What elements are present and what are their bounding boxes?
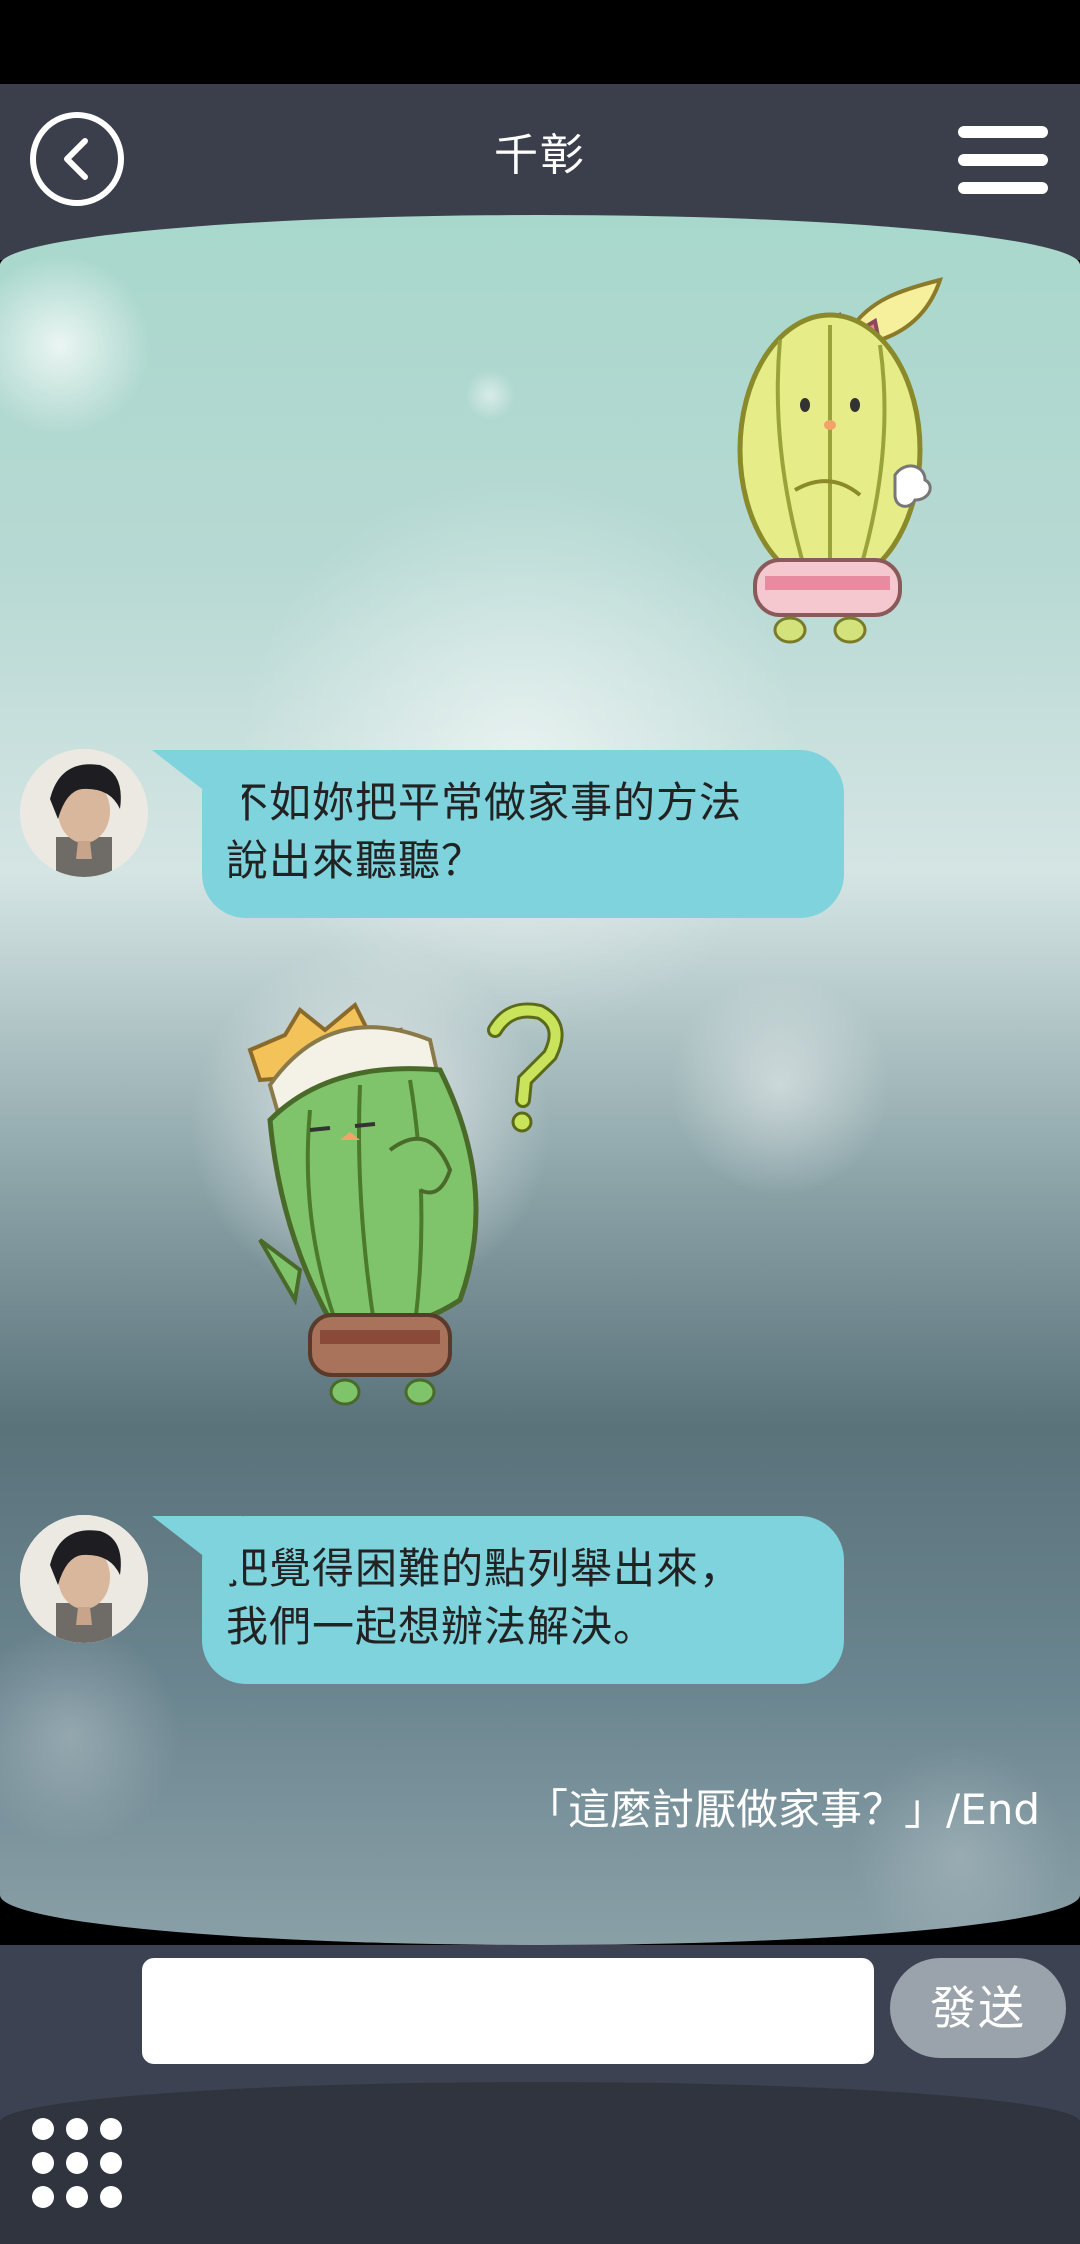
hamburger-menu-icon [958,126,1048,138]
person-avatar-icon [20,749,148,877]
message-input[interactable] [142,1958,874,2064]
avatar[interactable] [20,1515,148,1643]
message-line: 我們一起想辦法解決。 [226,1602,657,1651]
end-text: 「這麼討厭做家事？」/End [526,1785,1040,1834]
person-avatar-icon [20,1515,148,1643]
bottom-panel [0,2082,1080,2244]
green-cactus-question-sticker [247,1001,564,1406]
status-bar [0,0,1080,84]
message-line: 不如妳把平常做家事的方法 [226,778,743,827]
message-bubble: 不如妳把平常做家事的方法 說出來聽聽？ [152,750,844,918]
message-bubble: 把覺得困難的點列舉出來， 我們一起想辦法解決。 [152,1516,844,1684]
grid-dots-icon[interactable] [32,2118,122,2208]
message-line: 把覺得困難的點列舉出來， [226,1544,743,1593]
message-line: 說出來聽聽？ [226,836,485,885]
avatar[interactable] [20,749,148,877]
chat-area[interactable]: 不如妳把平常做家事的方法 說出來聽聽？ 把覺得困難的點列舉出來， 我們一起想辦法… [0,215,1080,1945]
menu-button[interactable] [958,120,1048,200]
send-button[interactable]: 發送 [890,1958,1066,2058]
page-title: 千彰 [494,130,586,181]
yellow-cactus-sticker [737,277,944,644]
